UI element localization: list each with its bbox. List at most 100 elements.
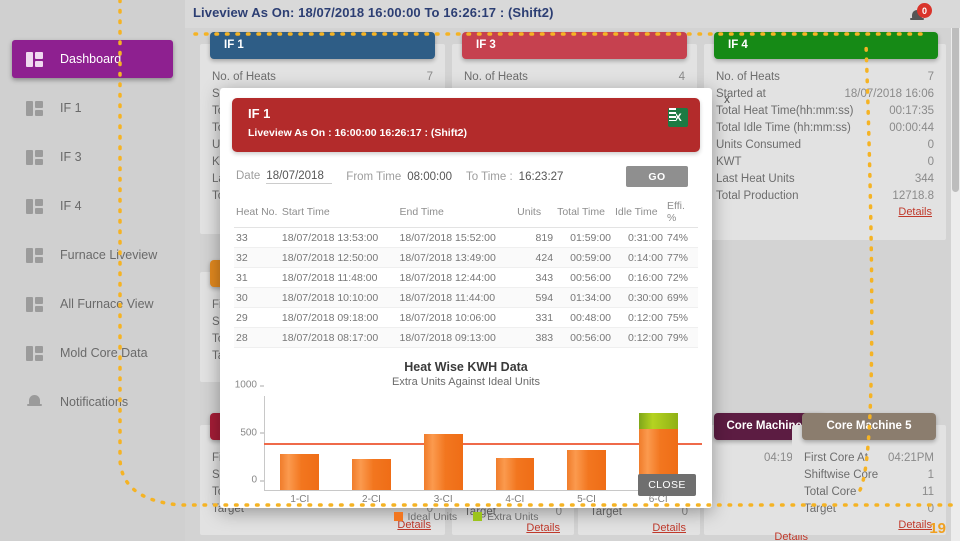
chart-bar[interactable] [423, 434, 463, 490]
row-value: 0 [927, 502, 934, 515]
table-row: Total Core 11 [804, 483, 934, 500]
cell-idle-time: 0:14:00 [613, 247, 665, 268]
table-row: Units Consumed 0 [716, 136, 934, 153]
legend-swatch [473, 512, 483, 521]
row-label: Total Idle Time (hh:mm:ss) [716, 121, 851, 134]
column-header-effi: Effi. % [664, 197, 698, 228]
sidebar-item-if-3[interactable]: IF 3 [12, 138, 173, 176]
chart-bar[interactable] [352, 458, 391, 490]
card-body: First Core At 04:21PM Shiftwise Core 1 Tot… [792, 425, 946, 535]
cell-heat-no: 29 [234, 307, 280, 328]
scrollbar-thumb[interactable] [952, 2, 959, 192]
sidebar: Dashboard IF 1 IF 3 IF 4 Furnace Livevie… [0, 0, 185, 541]
row-value: 0 [927, 155, 934, 168]
chart-bar[interactable] [567, 450, 606, 490]
table-row: No. of Heats 7 [716, 68, 934, 85]
table-row[interactable]: 29 18/07/2018 09:18:00 18/07/2018 10:06:… [234, 307, 698, 328]
column-header-idle-time: Idle Time [613, 197, 665, 228]
modal-header: IF 1 Liveview As On : 16:00:00 16:26:17 … [232, 98, 700, 152]
table-row: Total Production 12718.8 [716, 187, 934, 204]
notifications-button[interactable]: 0 [906, 3, 932, 27]
sidebar-item-furnace-liveview[interactable]: Furnace Liveview [12, 236, 173, 274]
column-header-total-time: Total Time [555, 197, 613, 228]
heat-details-modal: x IF 1 Liveview As On : 16:00:00 16:26:1… [220, 88, 730, 523]
legend-label: Ideal Units [407, 511, 458, 523]
excel-export-icon[interactable]: X [668, 108, 688, 127]
cell-start-time: 18/07/2018 12:50:00 [279, 247, 398, 268]
card-title: IF 3 [462, 32, 687, 59]
chart-bar-slot: 1-CI [264, 396, 336, 505]
row-value: 344 [914, 172, 934, 185]
sidebar-item-mold-core-data[interactable]: Mold Core Data [12, 334, 173, 372]
x-axis [264, 490, 694, 491]
grid-icon [26, 345, 43, 361]
chart-subtitle: Extra Units Against Ideal Units [392, 376, 540, 388]
cell-heat-no: 33 [234, 227, 280, 248]
sidebar-item-dashboard[interactable]: Dashboard [12, 40, 173, 78]
sidebar-item-label: IF 4 [60, 199, 82, 213]
x-axis-tick-label: 1-CI [290, 494, 310, 505]
close-icon[interactable]: x [724, 92, 730, 106]
cell-total-time: 01:59:00 [555, 227, 613, 248]
details-link[interactable]: Details [716, 204, 934, 218]
column-header-start-time: Start Time [279, 197, 398, 228]
chart-title: Heat Wise KWH Data [404, 360, 528, 374]
sidebar-item-notifications[interactable]: Notifications [12, 383, 173, 421]
table-row: No. of Heats 4 [464, 68, 685, 85]
y-axis-tick: 1000 [234, 379, 265, 391]
column-header-end-time: End Time [397, 197, 516, 228]
table-row[interactable]: 28 18/07/2018 08:17:00 18/07/2018 09:13:… [234, 327, 698, 348]
sidebar-item-label: IF 3 [60, 150, 82, 164]
cell-heat-no: 31 [234, 267, 280, 288]
cell-end-time: 18/07/2018 13:49:00 [397, 247, 516, 268]
table-row[interactable]: 30 18/07/2018 10:10:00 18/07/2018 11:44:… [234, 287, 698, 308]
bar-segment-ideal-units [352, 458, 391, 490]
cell-effi: 74% [664, 227, 698, 248]
page-number: 19 [929, 520, 946, 537]
table-row: Shiftwise Core 1 [804, 466, 934, 483]
table-row[interactable]: 31 18/07/2018 11:48:00 18/07/2018 12:44:… [234, 267, 698, 288]
table-row: First Core At 04:21PM [804, 449, 934, 466]
top-bar: Liveview As On: 18/07/2018 16:00:00 To 1… [185, 0, 960, 28]
cell-idle-time: 0:12:00 [613, 327, 665, 348]
chart-bar[interactable] [280, 454, 320, 490]
row-value: 7 [927, 70, 934, 83]
row-value: 04:21PM [887, 451, 934, 464]
cell-total-time: 00:56:00 [555, 267, 613, 288]
row-value: 1 [927, 468, 934, 481]
excel-bars [669, 108, 676, 121]
chart-bar[interactable] [495, 457, 535, 490]
to-time-label: To Time : [466, 170, 513, 183]
y-axis-tick: 0 [251, 474, 264, 486]
page-scrollbar[interactable] [951, 0, 960, 541]
close-button[interactable]: CLOSE [638, 474, 696, 496]
sidebar-item-if-4[interactable]: IF 4 [12, 187, 173, 225]
cell-heat-no: 30 [234, 287, 280, 308]
chart-legend: Ideal Units Extra Units [220, 511, 712, 523]
table-row: KWT 0 [716, 153, 934, 170]
row-value: 00:00:44 [889, 121, 934, 134]
details-link[interactable]: Details [804, 517, 934, 531]
sidebar-item-label: Mold Core Data [60, 346, 148, 360]
table-row: Total Idle Time (hh:mm:ss) 00:00:44 [716, 119, 934, 136]
cell-total-time: 01:34:00 [555, 287, 613, 308]
table-row[interactable]: 33 18/07/2018 13:53:00 18/07/2018 15:52:… [234, 227, 698, 248]
grid-icon [26, 51, 43, 67]
go-button[interactable]: GO [626, 166, 688, 187]
row-label: Shiftwise Core [804, 468, 879, 481]
cell-end-time: 18/07/2018 09:13:00 [397, 327, 516, 348]
sidebar-item-label: IF 1 [60, 101, 82, 115]
table-row: No. of Heats 7 [212, 68, 433, 85]
date-input[interactable]: 18/07/2018 [266, 170, 333, 184]
row-label: Target [804, 502, 836, 515]
row-label: No. of Heats [716, 70, 780, 83]
cell-effi: 69% [664, 287, 698, 308]
to-time-input[interactable]: 16:23:27 [519, 171, 564, 183]
cell-start-time: 18/07/2018 13:53:00 [279, 227, 398, 248]
from-time-input[interactable]: 08:00:00 [407, 171, 452, 183]
sidebar-item-if-1[interactable]: IF 1 [12, 89, 173, 127]
sidebar-item-all-furnace-view[interactable]: All Furnace View [12, 285, 173, 323]
bar-segment-extra-units [638, 413, 678, 429]
cell-units: 383 [515, 327, 556, 348]
table-row[interactable]: 32 18/07/2018 12:50:00 18/07/2018 13:49:… [234, 247, 698, 268]
